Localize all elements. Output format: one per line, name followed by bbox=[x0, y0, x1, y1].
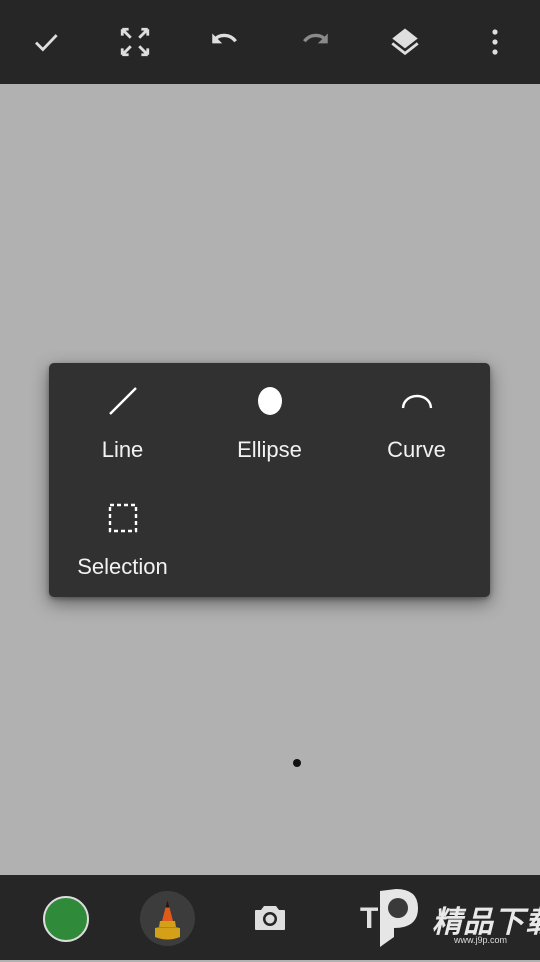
shape-tool-menu: Line Ellipse Curve Selection bbox=[49, 363, 490, 597]
canvas-stroke-dot bbox=[293, 759, 301, 767]
line-tool[interactable]: Line bbox=[49, 363, 196, 473]
watermark-logo-icon bbox=[380, 889, 418, 947]
brush-button[interactable] bbox=[140, 891, 195, 946]
curve-tool-label: Curve bbox=[387, 437, 446, 462]
bottom-toolbar: T 精品下载 www.j9p.com bbox=[0, 875, 540, 960]
color-picker-swatch[interactable] bbox=[43, 896, 89, 942]
line-tool-label: Line bbox=[101, 437, 144, 462]
selection-tool[interactable]: Selection bbox=[49, 480, 196, 590]
redo-icon[interactable] bbox=[293, 20, 337, 64]
undo-icon[interactable] bbox=[203, 20, 247, 64]
curve-icon bbox=[343, 381, 490, 421]
fullscreen-icon[interactable] bbox=[113, 20, 157, 64]
pencil-brush-icon bbox=[155, 900, 180, 940]
watermark-sub-text: www.j9p.com bbox=[454, 935, 508, 945]
selection-icon bbox=[49, 498, 196, 538]
layers-icon[interactable] bbox=[383, 20, 427, 64]
camera-icon[interactable] bbox=[248, 895, 292, 939]
ellipse-icon bbox=[196, 381, 343, 421]
line-icon bbox=[49, 381, 196, 421]
curve-tool[interactable]: Curve bbox=[343, 363, 490, 473]
watermark: 精品下载 www.j9p.com bbox=[372, 881, 540, 957]
top-toolbar bbox=[0, 0, 540, 84]
check-icon[interactable] bbox=[24, 20, 68, 64]
more-vertical-icon[interactable] bbox=[473, 20, 517, 64]
selection-tool-label: Selection bbox=[77, 554, 168, 579]
ellipse-tool-label: Ellipse bbox=[237, 437, 302, 462]
ellipse-tool[interactable]: Ellipse bbox=[196, 363, 343, 473]
